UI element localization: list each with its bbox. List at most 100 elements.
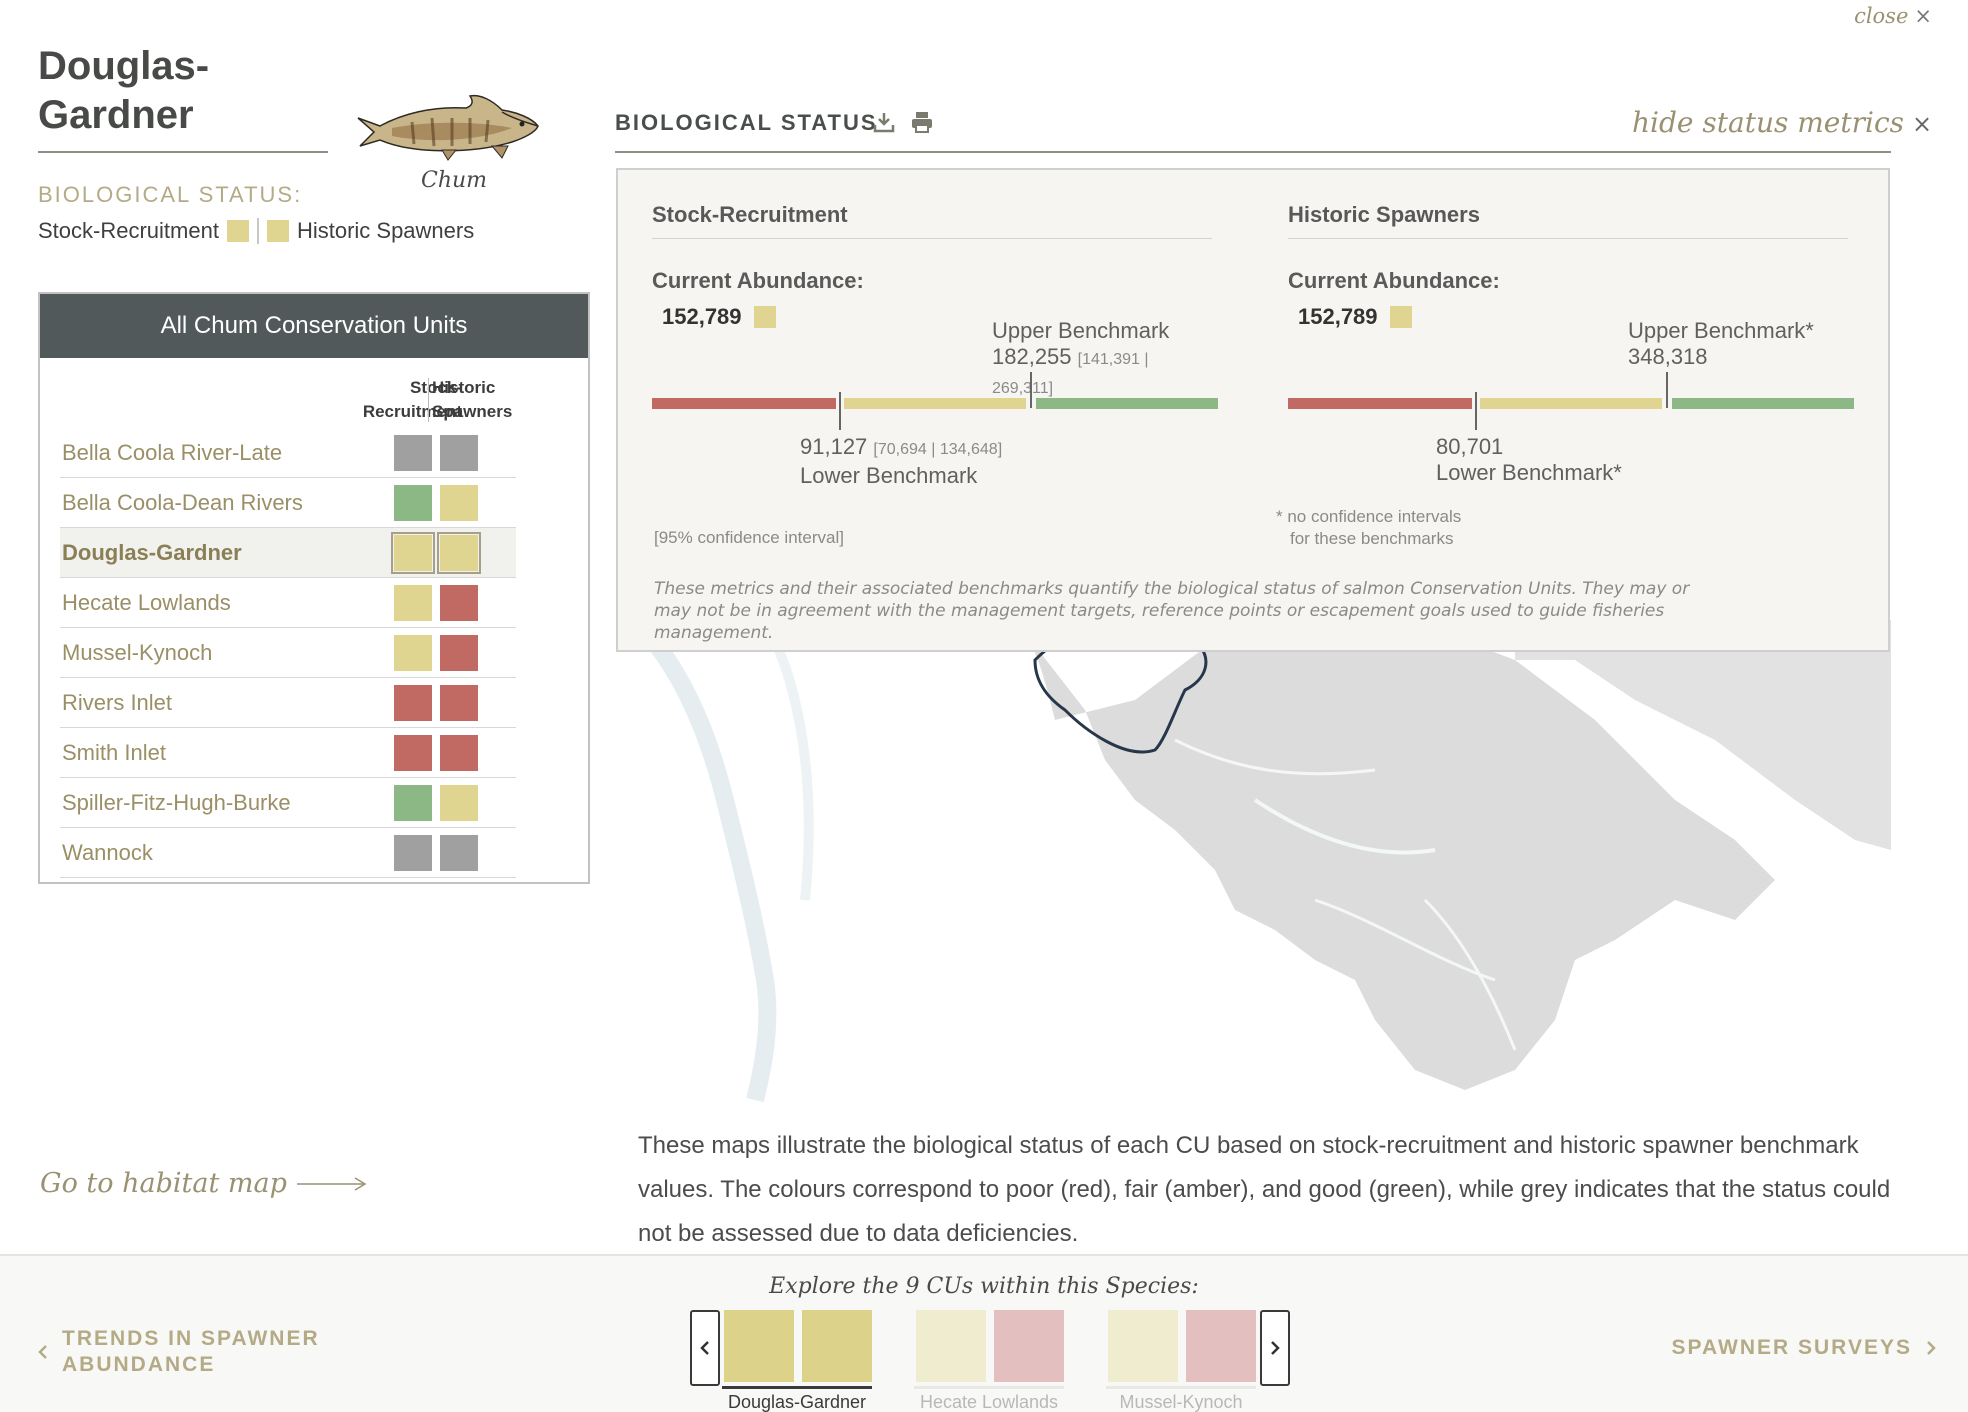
hs-lower-tick bbox=[1475, 392, 1477, 430]
carousel-next-button[interactable] bbox=[1260, 1310, 1290, 1386]
explore-label: Explore the 9 CUs within this Species: bbox=[769, 1274, 1199, 1299]
cu-name: Smith Inlet bbox=[62, 739, 166, 765]
panel-header: All Chum Conservation Units bbox=[40, 294, 588, 358]
cu-row[interactable]: Bella Coola River-Late bbox=[60, 428, 516, 478]
legend-sr-swatch bbox=[226, 220, 249, 242]
historic-spawners-status-box bbox=[440, 584, 478, 621]
prev-label-line2: ABUNDANCE bbox=[62, 1353, 216, 1376]
cu-name: Bella Coola-Dean Rivers bbox=[62, 489, 303, 515]
column-header-historic-spawners: Historic Spawners bbox=[432, 376, 512, 424]
column-header-hs-line2: Spawners bbox=[432, 402, 513, 421]
species-name: Chum bbox=[421, 168, 488, 193]
historic-spawners-status-box bbox=[440, 834, 478, 871]
hs-good-bar bbox=[1672, 398, 1854, 409]
next-section-link[interactable]: SPAWNER SURVEYS bbox=[1672, 1336, 1936, 1360]
no-confidence-interval-note: * no confidence intervals for these benc… bbox=[1276, 506, 1461, 550]
carousel-hs-swatch bbox=[1186, 1310, 1256, 1382]
historic-spawners-status-box bbox=[440, 634, 478, 671]
stock-recruitment-status-box bbox=[391, 531, 435, 574]
carousel-cu-item[interactable]: Mussel-Kynoch bbox=[1106, 1310, 1256, 1412]
hide-metrics-label: hide status metrics bbox=[1632, 106, 1905, 139]
cu-name: Mussel-Kynoch bbox=[62, 639, 213, 665]
stock-recruitment-status-box bbox=[394, 684, 432, 721]
hide-status-metrics-button[interactable]: hide status metrics × bbox=[1632, 106, 1932, 139]
habitat-link-label: Go to habitat map bbox=[40, 1168, 287, 1199]
page-title: Douglas-Gardner bbox=[38, 44, 210, 137]
sr-lower-tick bbox=[839, 392, 841, 430]
cu-row[interactable]: Smith Inlet bbox=[60, 728, 516, 778]
status-map[interactable] bbox=[615, 600, 1891, 1120]
cu-name: Douglas-Gardner bbox=[62, 539, 242, 565]
download-icon[interactable] bbox=[872, 110, 896, 134]
sr-current-value: 152,789 bbox=[662, 304, 776, 330]
cu-row[interactable]: Bella Coola-Dean Rivers bbox=[60, 478, 516, 528]
carousel-underline bbox=[722, 1386, 872, 1389]
cu-name: Bella Coola River-Late bbox=[62, 439, 283, 465]
carousel-underline bbox=[1106, 1386, 1256, 1389]
cu-name: Hecate Lowlands bbox=[62, 589, 231, 615]
status-metrics-panel: Stock-Recruitment Current Abundance: 152… bbox=[616, 168, 1890, 652]
metrics-disclaimer: These metrics and their associated bench… bbox=[654, 579, 1690, 643]
hs-upper-label: Upper Benchmark* bbox=[1628, 318, 1814, 343]
hs-current-number: 152,789 bbox=[1298, 304, 1378, 329]
legend-hs-label: Historic Spawners bbox=[296, 218, 475, 243]
carousel-sr-swatch bbox=[916, 1310, 986, 1382]
cu-row[interactable]: Douglas-Gardner bbox=[60, 528, 516, 578]
carousel-sr-swatch bbox=[1108, 1310, 1178, 1382]
carousel-cu-label: Hecate Lowlands bbox=[919, 1392, 1059, 1412]
chevron-left-icon bbox=[700, 1341, 709, 1355]
carousel-cu-item[interactable]: Hecate Lowlands bbox=[914, 1310, 1064, 1412]
confidence-interval-note: [95% confidence interval] bbox=[654, 528, 844, 547]
close-button[interactable]: close × bbox=[1854, 4, 1932, 28]
carousel-cu-item[interactable]: Douglas-Gardner bbox=[722, 1310, 872, 1412]
hs-divider bbox=[1288, 238, 1848, 239]
habitat-map-link[interactable]: Go to habitat map bbox=[40, 1168, 367, 1199]
historic-spawners-status-box bbox=[440, 784, 478, 821]
status-legend: Stock-Recruitment Historic Spawners bbox=[38, 218, 474, 244]
historic-spawners-metrics: Historic Spawners Current Abundance: 152… bbox=[1288, 170, 1854, 550]
legend-divider bbox=[256, 218, 259, 244]
column-divider bbox=[428, 378, 429, 422]
cu-name: Spiller-Fitz-Hugh-Burke bbox=[62, 789, 291, 815]
historic-spawners-status-box bbox=[440, 484, 478, 521]
carousel-prev-button[interactable] bbox=[690, 1310, 720, 1386]
stock-recruitment-status-box bbox=[394, 734, 432, 771]
sr-good-bar bbox=[1036, 398, 1218, 409]
stock-recruitment-metrics: Stock-Recruitment Current Abundance: 152… bbox=[652, 170, 1218, 550]
historic-spawners-status-box bbox=[440, 734, 478, 771]
sr-lower-label: Lower Benchmark bbox=[800, 463, 978, 488]
hs-lower-benchmark: 80,701 Lower Benchmark* bbox=[1436, 434, 1622, 486]
sr-current-swatch bbox=[753, 306, 776, 328]
bio-status-heading: BIOLOGICAL STATUS: bbox=[38, 182, 303, 207]
sr-fair-bar bbox=[844, 398, 1026, 409]
sr-current-number: 152,789 bbox=[662, 304, 742, 329]
carousel-cu-label: Mussel-Kynoch bbox=[1119, 1392, 1243, 1412]
cu-row[interactable]: Rivers Inlet bbox=[60, 678, 516, 728]
cu-name: Wannock bbox=[62, 839, 153, 865]
section-divider bbox=[615, 151, 1891, 153]
arrow-right-icon bbox=[296, 1176, 367, 1191]
cu-name: Rivers Inlet bbox=[62, 689, 173, 715]
chevron-right-icon bbox=[1271, 1341, 1280, 1355]
print-icon[interactable] bbox=[910, 110, 934, 134]
chevron-right-icon bbox=[1927, 1341, 1936, 1355]
no-ci-line1: * no confidence intervals bbox=[1276, 507, 1462, 526]
cu-row[interactable]: Mussel-Kynoch bbox=[60, 628, 516, 678]
hs-upper-tick bbox=[1666, 372, 1668, 408]
prev-label-line1: TRENDS IN SPAWNER bbox=[62, 1327, 320, 1350]
sr-lower-value: 91,127 bbox=[800, 434, 868, 459]
sr-lower-ci: [70,694 | 134,648] bbox=[873, 441, 1003, 458]
column-header-hs-line1: Historic bbox=[432, 378, 496, 397]
cu-row[interactable]: Wannock bbox=[60, 828, 516, 878]
previous-section-link[interactable]: TRENDS IN SPAWNER ABUNDANCE bbox=[38, 1326, 320, 1378]
close-icon: × bbox=[1914, 4, 1932, 28]
close-label: close bbox=[1854, 4, 1909, 28]
hs-fair-bar bbox=[1480, 398, 1662, 409]
cu-row[interactable]: Hecate Lowlands bbox=[60, 578, 516, 628]
historic-spawners-status-box bbox=[440, 434, 478, 471]
cu-row[interactable]: Spiller-Fitz-Hugh-Burke bbox=[60, 778, 516, 828]
stock-recruitment-status-box bbox=[394, 434, 432, 471]
hs-upper-benchmark: Upper Benchmark* 348,318 bbox=[1628, 318, 1814, 370]
next-label: SPAWNER SURVEYS bbox=[1671, 1336, 1912, 1359]
hs-current-swatch bbox=[1389, 306, 1412, 328]
